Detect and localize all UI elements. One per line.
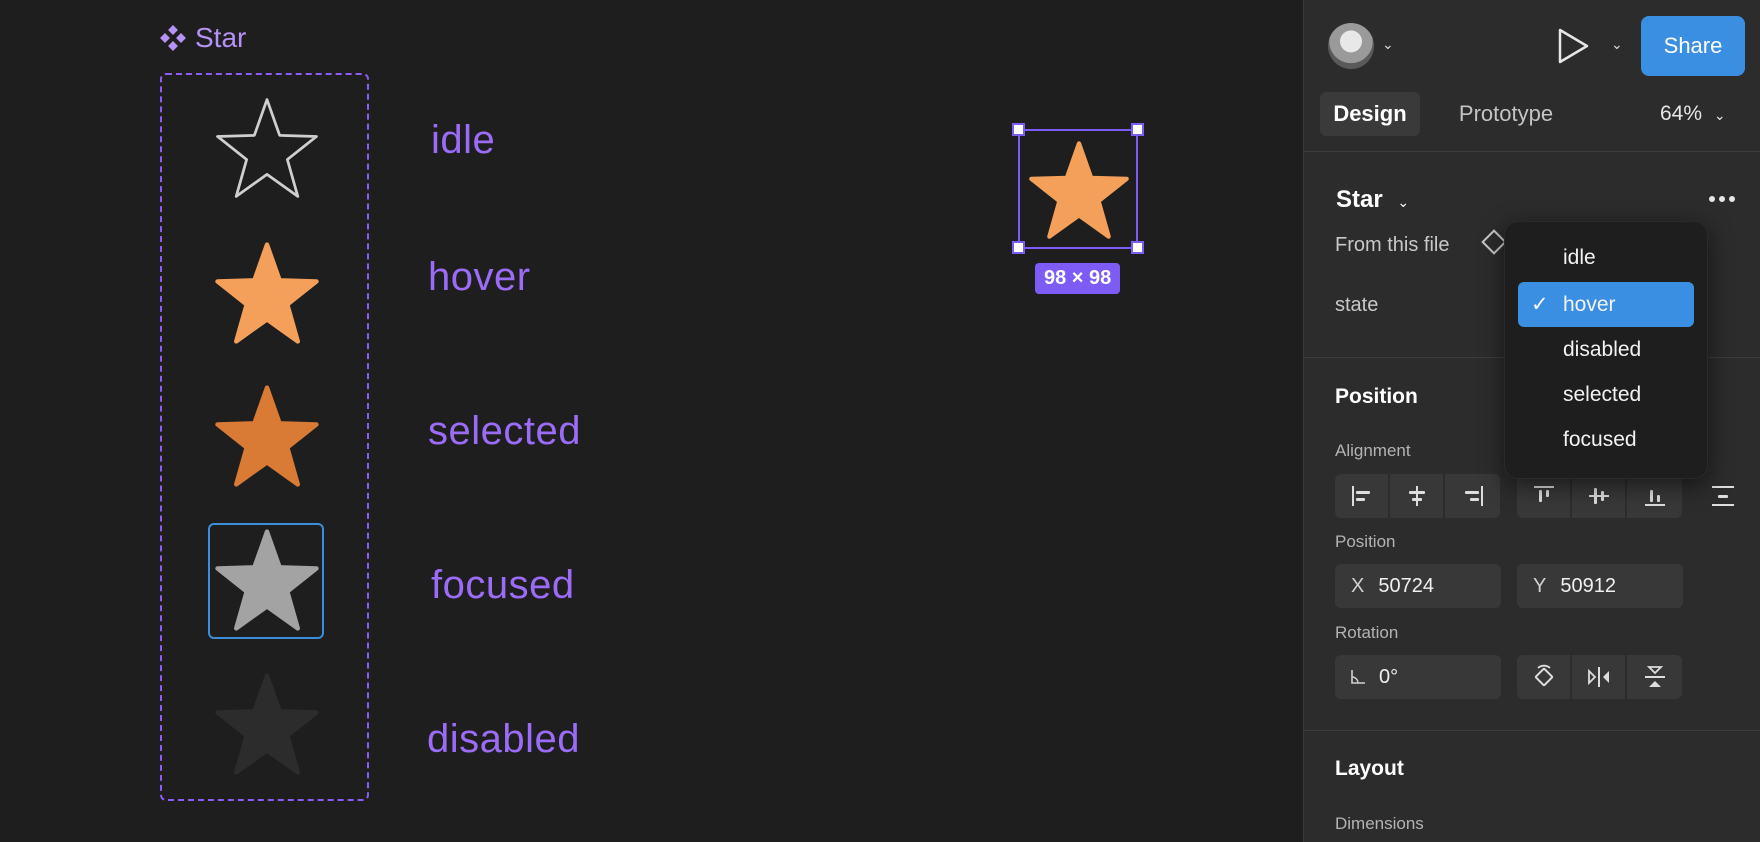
distribute-icon[interactable]: [1709, 482, 1737, 510]
y-value: 50912: [1560, 574, 1616, 597]
component-name[interactable]: Star ⌄: [1336, 186, 1409, 214]
x-value: 50724: [1378, 574, 1434, 597]
star-hover[interactable]: [212, 238, 322, 348]
divider: [1304, 730, 1760, 731]
align-top-button[interactable]: [1517, 474, 1572, 518]
align-right-button[interactable]: [1445, 474, 1500, 518]
dropdown-item-label: idle: [1563, 245, 1596, 269]
transform-group: [1517, 655, 1682, 699]
avatar[interactable]: [1328, 23, 1374, 69]
check-icon: ✓: [1531, 293, 1549, 316]
star-focused[interactable]: [212, 525, 322, 635]
star-idle[interactable]: [212, 93, 322, 203]
zoom-select[interactable]: 64% ⌄: [1660, 102, 1726, 126]
dropdown-item-disabled[interactable]: disabled: [1518, 327, 1694, 372]
rotate-button[interactable]: [1517, 655, 1572, 699]
selected-star-instance[interactable]: [1018, 129, 1138, 249]
dropdown-item-label: hover: [1563, 292, 1616, 316]
dropdown-item-hover[interactable]: ✓ hover: [1518, 282, 1694, 327]
vertical-align-group: [1517, 474, 1682, 518]
rotate-icon: [1534, 664, 1553, 687]
flip-vertical-button[interactable]: [1627, 655, 1682, 699]
y-prefix: Y: [1533, 574, 1547, 597]
play-icon[interactable]: [1556, 27, 1590, 65]
align-left-button[interactable]: [1335, 474, 1390, 518]
align-center-h-icon: [1408, 486, 1425, 506]
size-badge: 98 × 98: [1035, 263, 1121, 294]
flip-horizontal-button[interactable]: [1572, 655, 1627, 699]
state-dropdown-menu: idle ✓ hover disabled selected focused: [1504, 221, 1708, 479]
chevron-down-icon[interactable]: ⌄: [1382, 36, 1394, 53]
flip-vertical-icon: [1644, 666, 1665, 687]
star-selected[interactable]: [212, 381, 322, 491]
resize-handle-top-left[interactable]: [1012, 123, 1025, 136]
chevron-down-icon: ⌄: [1397, 194, 1410, 210]
rotation-input[interactable]: 0°: [1335, 655, 1501, 699]
label-hover: hover: [428, 255, 531, 299]
align-middle-icon: [1588, 488, 1609, 504]
dropdown-item-label: selected: [1563, 382, 1642, 406]
resize-handle-bottom-left[interactable]: [1012, 241, 1025, 254]
canvas[interactable]: Star idle hover selected focused disable…: [0, 0, 1303, 842]
star-icon: [215, 385, 319, 487]
angle-icon: [1351, 670, 1365, 684]
property-label-state: state: [1335, 294, 1379, 316]
resize-handle-top-right[interactable]: [1131, 123, 1144, 136]
diamond-icon[interactable]: [1481, 229, 1507, 255]
resize-handle-bottom-right[interactable]: [1131, 241, 1144, 254]
component-name-label: Star: [1336, 186, 1383, 213]
flip-horizontal-icon: [1587, 667, 1609, 687]
position-label: Position: [1335, 532, 1396, 551]
star-icon: [216, 98, 318, 198]
more-icon[interactable]: [1709, 196, 1735, 202]
align-bottom-icon: [1644, 490, 1665, 506]
align-right-icon: [1464, 486, 1483, 506]
align-center-h-button[interactable]: [1390, 474, 1445, 518]
align-top-icon: [1533, 486, 1554, 502]
star-icon: [1029, 141, 1129, 239]
component-set-name: Star: [195, 22, 247, 53]
divider: [1304, 151, 1760, 152]
label-idle: idle: [431, 118, 496, 162]
rotation-label: Rotation: [1335, 623, 1399, 642]
align-bottom-button[interactable]: [1627, 474, 1682, 518]
y-position-input[interactable]: Y 50912: [1517, 564, 1683, 608]
component-source: From this file: [1335, 234, 1450, 256]
dropdown-item-label: disabled: [1563, 337, 1642, 361]
star-icon: [215, 529, 319, 631]
horizontal-align-group: [1335, 474, 1500, 518]
x-prefix: X: [1351, 574, 1365, 597]
component-set-title[interactable]: Star: [160, 22, 246, 54]
zoom-value: 64%: [1660, 102, 1703, 125]
align-left-icon: [1351, 486, 1370, 506]
star-icon: [215, 673, 319, 775]
dropdown-item-idle[interactable]: idle: [1518, 235, 1694, 280]
tab-prototype[interactable]: Prototype: [1436, 92, 1576, 136]
x-position-input[interactable]: X 50724: [1335, 564, 1501, 608]
alignment-label: Alignment: [1335, 441, 1411, 460]
position-section-title: Position: [1335, 385, 1418, 408]
component-icon: [160, 25, 186, 51]
label-focused: focused: [431, 563, 575, 607]
star-icon: [215, 242, 319, 344]
dropdown-item-focused[interactable]: focused: [1518, 417, 1694, 462]
label-disabled: disabled: [427, 717, 581, 761]
tab-design[interactable]: Design: [1320, 92, 1420, 136]
dropdown-item-label: focused: [1563, 427, 1637, 451]
chevron-down-icon: ⌄: [1713, 107, 1726, 123]
chevron-down-icon[interactable]: ⌄: [1611, 36, 1623, 53]
rotation-value: 0°: [1379, 665, 1399, 688]
layout-section-title: Layout: [1335, 757, 1404, 780]
align-middle-button[interactable]: [1572, 474, 1627, 518]
share-button[interactable]: Share: [1641, 16, 1745, 76]
star-disabled[interactable]: [212, 669, 322, 779]
label-selected: selected: [428, 409, 581, 453]
dimensions-label: Dimensions: [1335, 814, 1424, 833]
dropdown-item-selected[interactable]: selected: [1518, 372, 1694, 417]
variant-set-frame[interactable]: [160, 73, 369, 801]
